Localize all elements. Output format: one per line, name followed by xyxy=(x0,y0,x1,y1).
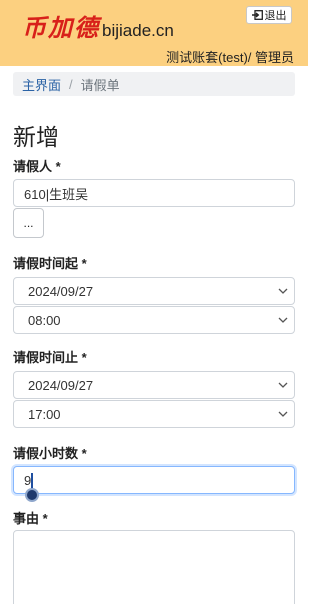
text-cursor-handle[interactable] xyxy=(25,488,39,502)
brand-logo: 币加德 bijiade.cn xyxy=(22,8,174,43)
end-time-label: 请假时间止 * xyxy=(13,350,87,365)
end-date-select[interactable]: 2024/09/27 xyxy=(13,371,295,399)
logout-label: 退出 xyxy=(264,10,287,22)
start-date-value: 2024/09/27 xyxy=(28,283,94,299)
breadcrumb-separator: / xyxy=(69,76,73,92)
applicant-label: 请假人 * xyxy=(13,159,61,174)
chevron-down-icon xyxy=(278,317,288,323)
logout-button[interactable]: 退出 xyxy=(246,6,292,24)
breadcrumb: 主界面 / 请假单 xyxy=(13,72,295,96)
brand-domain: bijiade.cn xyxy=(102,21,174,40)
breadcrumb-home-link[interactable]: 主界面 xyxy=(22,75,61,94)
reason-textarea[interactable] xyxy=(13,530,295,604)
end-date-value: 2024/09/27 xyxy=(28,377,94,393)
brand-chinese-name: 币加德 xyxy=(22,13,100,42)
start-date-select[interactable]: 2024/09/27 xyxy=(13,277,295,305)
page-title: 新增 xyxy=(13,124,59,150)
hours-input[interactable]: 9 xyxy=(13,466,295,494)
chevron-down-icon xyxy=(278,288,288,294)
applicant-picker-button[interactable]: ... xyxy=(13,208,44,238)
start-time-value: 08:00 xyxy=(28,312,61,328)
chevron-down-icon xyxy=(278,411,288,417)
end-time-select[interactable]: 17:00 xyxy=(13,400,295,428)
breadcrumb-current: 请假单 xyxy=(80,77,120,93)
account-info: 测试账套(test)/ 管理员 xyxy=(166,50,294,65)
text-cursor xyxy=(31,473,33,489)
top-header: 币加德 bijiade.cn 退出 测试账套(test)/ 管理员 xyxy=(0,0,308,66)
start-time-select[interactable]: 08:00 xyxy=(13,306,295,334)
reason-label: 事由 * xyxy=(13,511,48,526)
logout-icon xyxy=(251,10,263,20)
end-time-value: 17:00 xyxy=(28,406,61,422)
applicant-input[interactable]: 610|生班吴 xyxy=(13,179,295,207)
applicant-value: 610|生班吴 xyxy=(24,186,89,202)
hours-label: 请假小时数 * xyxy=(13,446,87,461)
start-time-label: 请假时间起 * xyxy=(13,256,87,271)
chevron-down-icon xyxy=(278,382,288,388)
